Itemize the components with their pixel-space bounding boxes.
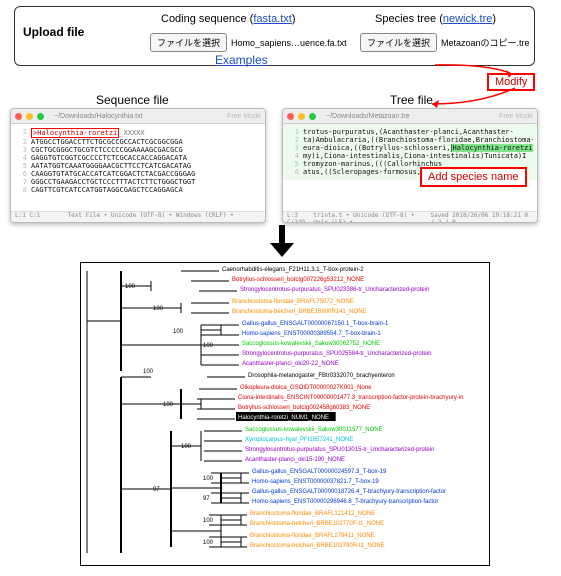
window-titlebar: ~/Downloads/Metazoan.tre Free Mode <box>283 109 537 124</box>
mode-label: Free Mode <box>499 113 533 120</box>
phylogenetic-tree-panel: 100 100 100 100 100 100 97 100 100 97 100 100 Caenor… <box>80 262 490 566</box>
svg-text:Branchiostoma-belcheri_BRBE159: Branchiostoma-belcheri_BRBE15900R141_NON… <box>232 309 366 315</box>
species-heading: Species tree (newick.tre) <box>375 13 496 25</box>
svg-text:Botryllus-schlosseri_botctg002: Botryllus-schlosseri_botctg002458g60383_… <box>238 405 370 411</box>
svg-text:Ciona-intestinalis_ENSCINT0000: Ciona-intestinalis_ENSCINT00000001477.3_… <box>238 395 463 401</box>
svg-text:100: 100 <box>203 476 214 482</box>
svg-text:Acanthaster-planci_oki20-22_NO: Acanthaster-planci_oki20-22_NONE <box>242 361 339 367</box>
svg-text:100: 100 <box>203 343 214 349</box>
svg-text:Homo-sapiens_ENST00000389554.7: Homo-sapiens_ENST00000389554.7_T-box-bra… <box>242 331 381 337</box>
svg-text:100: 100 <box>143 369 154 375</box>
window-titlebar: ~/Downloads/Halocynthia.txt Free Mode <box>11 109 265 124</box>
svg-text:97: 97 <box>203 496 210 502</box>
zoom-icon[interactable] <box>37 113 44 120</box>
coding-heading: Coding sequence (fasta.txt) <box>161 13 296 25</box>
svg-text:Xyroptocarpus-hyal_PFI1657241_: Xyroptocarpus-hyal_PFI1657241_NONE <box>245 437 353 443</box>
svg-text:Branchiostoma-floridae_BRAFL27: Branchiostoma-floridae_BRAFL279411_NONE <box>250 533 375 539</box>
svg-text:Branchiostoma-belcheri_BRBE102: Branchiostoma-belcheri_BRBE102780R-t1_NO… <box>250 543 385 549</box>
status-bar: L:3 C:249trinta.t • Unicode (UTF-8) • Un… <box>283 211 537 222</box>
file-name: Metazoanのコピー.tre <box>441 36 530 49</box>
svg-text:100: 100 <box>181 444 192 450</box>
svg-text:100: 100 <box>203 518 214 524</box>
svg-text:Strongylocentrotus-purpuratus_: Strongylocentrotus-purpuratus_SPU013015-… <box>245 447 434 453</box>
svg-text:Saccoglossus-kowalevskii_Sakow: Saccoglossus-kowalevskii_Sakow30062752_N… <box>242 341 380 347</box>
tree-file-input[interactable]: ファイルを選択 Metazoanのコピー.tre <box>360 33 530 52</box>
file-name: Homo_sapiens…uence.fa.txt <box>231 38 347 48</box>
minimize-icon[interactable] <box>26 113 33 120</box>
zoom-icon[interactable] <box>309 113 316 120</box>
svg-text:Gallus-gallus_ENSGALT000000671: Gallus-gallus_ENSGALT00000067150.1_T-box… <box>242 321 389 327</box>
add-species-label: Add species name <box>420 167 527 187</box>
upload-title: Upload file <box>23 25 84 39</box>
editor-content[interactable]: 1>Halocynthia-roretzi_XXXXX 2ATGGCCTGGAC… <box>11 124 265 198</box>
fasta-header-suffix: _XXXXX <box>119 129 144 137</box>
svg-text:100: 100 <box>153 306 164 312</box>
svg-text:Oikopleura-dioica_GSOIDT000000: Oikopleura-dioica_GSOIDT00000027K001_Non… <box>240 385 372 391</box>
svg-text:100: 100 <box>163 402 174 408</box>
svg-text:100: 100 <box>203 540 214 546</box>
status-bar: L:1 C:1Text File • Unicode (UTF-8) • Win… <box>11 211 265 222</box>
svg-text:97: 97 <box>153 487 160 493</box>
svg-text:Acanthaster-planci_oki15-190_N: Acanthaster-planci_oki15-190_NONE <box>245 457 345 463</box>
svg-text:Strongylocentrotus-purpuratus_: Strongylocentrotus-purpuratus_SPU025584-… <box>242 351 431 357</box>
down-arrow-icon <box>270 225 294 258</box>
svg-text:Saccoglossus-kowalevskii_Sakow: Saccoglossus-kowalevskii_Sakow30011577_N… <box>245 427 383 433</box>
svg-text:Drosophila-melanogaster_FBtr03: Drosophila-melanogaster_FBtr0332070_brac… <box>248 373 395 379</box>
close-icon[interactable] <box>15 113 22 120</box>
minimize-icon[interactable] <box>298 113 305 120</box>
svg-text:Branchiostoma-floridae_BRAFL75: Branchiostoma-floridae_BRAFL75072_NONE <box>232 299 354 305</box>
svg-text:Caenorhabditis-elegans_F21H11.: Caenorhabditis-elegans_F21H11.3.1_T-box-… <box>222 267 364 273</box>
examples-link[interactable]: Examples <box>215 53 268 67</box>
sequence-editor-window: ~/Downloads/Halocynthia.txt Free Mode 1>… <box>10 108 266 223</box>
svg-text:100: 100 <box>125 284 136 290</box>
tree-file-label: Tree file <box>390 93 433 107</box>
file-path: ~/Downloads/Halocynthia.txt <box>54 113 143 120</box>
fasta-header-species: >Halocynthia-roretzi <box>31 128 119 138</box>
arrow-to-modify <box>420 60 540 110</box>
svg-text:Gallus-gallus_ENSGALT000000187: Gallus-gallus_ENSGALT00000018726.4_T-bra… <box>252 489 446 495</box>
coding-file-input[interactable]: ファイルを選択 Homo_sapiens…uence.fa.txt <box>150 33 347 52</box>
choose-file-button[interactable]: ファイルを選択 <box>150 33 227 52</box>
tree-editor-window: ~/Downloads/Metazoan.tre Free Mode 1trot… <box>282 108 538 223</box>
newick-link[interactable]: newick.tre <box>443 13 493 25</box>
close-icon[interactable] <box>287 113 294 120</box>
svg-text:Branchiostoma-floridae_BRAFL12: Branchiostoma-floridae_BRAFL121412_NONE <box>250 511 375 517</box>
svg-text:Gallus-gallus_ENSGALT000000245: Gallus-gallus_ENSGALT00000024597.3_T-box… <box>252 469 387 475</box>
sequence-file-label: Sequence file <box>96 93 169 107</box>
added-species-highlight: Halocynthia-roretzi) <box>451 144 533 152</box>
svg-text:Strongylocentrotus-purpuratus_: Strongylocentrotus-purpuratus_SPU023386-… <box>240 287 429 293</box>
svg-text:Homo-sapiens_ENST00000296946.8: Homo-sapiens_ENST00000296946.8_T-brachyu… <box>252 499 438 505</box>
svg-text:Halocynthia-roretzi_NUM1_NONE: Halocynthia-roretzi_NUM1_NONE <box>238 415 329 421</box>
phylogenetic-tree-svg: 100 100 100 100 100 100 97 100 100 97 100 100 Caenor… <box>81 263 491 567</box>
choose-file-button[interactable]: ファイルを選択 <box>360 33 437 52</box>
file-path: ~/Downloads/Metazoan.tre <box>326 113 409 120</box>
svg-text:100: 100 <box>173 329 184 335</box>
fasta-link[interactable]: fasta.txt <box>253 13 292 25</box>
svg-text:Homo-sapiens_ENST00000037821.7: Homo-sapiens_ENST00000037821.7_T-box-19 <box>252 479 379 485</box>
svg-text:Botryllus-schlosseri_botctg007: Botryllus-schlosseri_botctg007226g53212_… <box>232 277 364 283</box>
mode-label: Free Mode <box>227 113 261 120</box>
svg-text:Branchiostoma-belcheri_BRBE102: Branchiostoma-belcheri_BRBE102770F-t1_NO… <box>250 521 384 527</box>
upload-panel: Upload file Coding sequence (fasta.txt) … <box>14 6 535 66</box>
